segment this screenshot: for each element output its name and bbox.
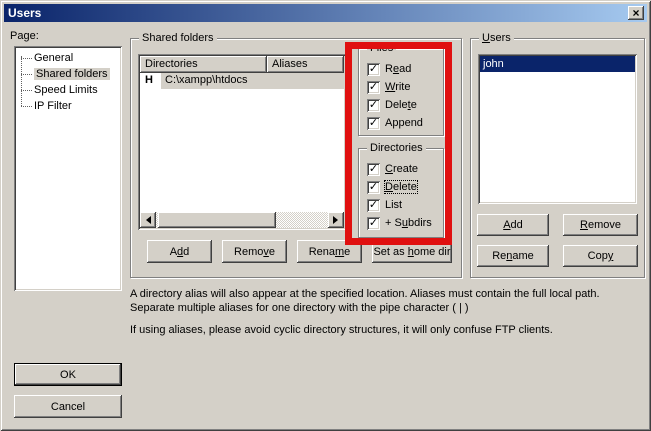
users-group-label: Users	[479, 32, 514, 44]
table-row[interactable]: H C:\xampp\htdocs	[140, 73, 344, 89]
set-as-home-dir-button[interactable]: Set as home dir	[372, 240, 452, 263]
checkbox-write[interactable]: ✓ Write	[367, 78, 423, 96]
sidebar-item-general[interactable]: General	[14, 50, 122, 66]
sidebar-item-label: Speed Limits	[34, 84, 98, 96]
list-header: Directories Aliases	[140, 56, 344, 73]
checkbox-checked-icon[interactable]: ✓	[367, 181, 380, 194]
home-dir-flag: H	[145, 73, 153, 88]
window-title: Users	[4, 6, 41, 20]
button-label: Remove	[234, 246, 275, 258]
checkbox-label: Write	[385, 81, 410, 93]
alias-info-paragraph: A directory alias will also appear at th…	[130, 287, 644, 315]
checkbox-checked-icon[interactable]: ✓	[367, 99, 380, 112]
sidebar-item-label: General	[34, 52, 73, 64]
check-icon: ✓	[369, 118, 378, 129]
button-label: Cancel	[51, 401, 85, 413]
cyclic-warning-paragraph: If using aliases, please avoid cyclic di…	[130, 323, 644, 337]
column-header-aliases[interactable]: Aliases	[267, 56, 344, 73]
checkbox-label: + Subdirs	[385, 217, 432, 229]
button-label: Remove	[580, 219, 621, 231]
rename-user-button[interactable]: Rename	[477, 245, 549, 267]
remove-folder-button[interactable]: Remove	[222, 240, 287, 263]
ok-button[interactable]: OK	[14, 363, 122, 386]
button-label: Add	[503, 219, 523, 231]
checkbox-label: List	[385, 199, 402, 211]
checkbox-create[interactable]: ✓ Create	[367, 160, 432, 178]
check-icon: ✓	[369, 200, 378, 211]
directory-cell: C:\xampp\htdocs	[161, 73, 344, 89]
scrollbar-thumb[interactable]	[158, 212, 276, 228]
page-label: Page:	[10, 30, 39, 42]
checkbox-append[interactable]: ✓ Append	[367, 114, 423, 132]
users-dialog: Users × Page: General Shared folders Spe…	[0, 0, 651, 431]
check-icon: ✓	[369, 182, 378, 193]
remove-user-button[interactable]: Remove	[563, 214, 638, 236]
checkbox-delete-files[interactable]: ✓ Delete	[367, 96, 423, 114]
checkbox-label: Append	[385, 117, 423, 129]
checkbox-list[interactable]: ✓ List	[367, 196, 432, 214]
button-label: Rename	[492, 250, 534, 262]
close-icon: ×	[632, 7, 639, 19]
check-icon: ✓	[369, 218, 378, 229]
close-button[interactable]: ×	[628, 6, 644, 20]
add-folder-button[interactable]: Add	[147, 240, 212, 263]
check-icon: ✓	[369, 164, 378, 175]
check-icon: ✓	[369, 100, 378, 111]
button-label: Copy	[588, 250, 614, 262]
rename-folder-button[interactable]: Rename	[297, 240, 362, 263]
list-item-user[interactable]: john	[480, 56, 635, 72]
checkbox-label: Create	[385, 163, 418, 175]
checkbox-checked-icon[interactable]: ✓	[367, 63, 380, 76]
scroll-right-button[interactable]	[328, 212, 344, 228]
checkbox-checked-icon[interactable]: ✓	[367, 199, 380, 212]
page-list[interactable]: General Shared folders Speed Limits IP F…	[14, 46, 122, 291]
checkbox-checked-icon[interactable]: ✓	[367, 81, 380, 94]
button-label: OK	[60, 369, 76, 381]
button-label: Set as home dir	[373, 246, 450, 258]
sidebar-item-speed-limits[interactable]: Speed Limits	[14, 82, 122, 98]
checkbox-read[interactable]: ✓ Read	[367, 60, 423, 78]
directories-group-label: Directories	[367, 142, 426, 154]
add-user-button[interactable]: Add	[477, 214, 549, 236]
files-group: Files ✓ Read ✓ Write ✓ Delete ✓ Append	[358, 48, 444, 136]
checkbox-label: Delete	[385, 181, 417, 193]
files-group-label: Files	[367, 42, 396, 54]
checkbox-label: Delete	[385, 99, 417, 111]
checkbox-label: Read	[385, 63, 411, 75]
horizontal-scrollbar[interactable]	[140, 212, 344, 228]
cancel-button[interactable]: Cancel	[14, 395, 122, 418]
checkbox-subdirs[interactable]: ✓ + Subdirs	[367, 214, 432, 232]
info-text: A directory alias will also appear at th…	[130, 287, 644, 345]
shared-folders-list[interactable]: Directories Aliases H C:\xampp\htdocs	[138, 54, 346, 230]
check-icon: ✓	[369, 64, 378, 75]
sidebar-item-shared-folders[interactable]: Shared folders	[14, 66, 122, 82]
directories-group: Directories ✓ Create ✓ Delete ✓ List ✓ +…	[358, 148, 444, 238]
sidebar-item-label: Shared folders	[34, 68, 110, 80]
check-icon: ✓	[369, 82, 378, 93]
users-list[interactable]: john	[478, 54, 637, 204]
checkbox-checked-icon[interactable]: ✓	[367, 163, 380, 176]
titlebar: Users ×	[4, 4, 647, 22]
sidebar-item-label: IP Filter	[34, 100, 72, 112]
scroll-left-button[interactable]	[140, 212, 156, 228]
checkbox-checked-icon[interactable]: ✓	[367, 117, 380, 130]
shared-folders-group-label: Shared folders	[139, 32, 217, 44]
button-label: Add	[170, 246, 190, 258]
user-name: john	[483, 58, 504, 70]
button-label: Rename	[309, 246, 351, 258]
checkbox-checked-icon[interactable]: ✓	[367, 217, 380, 230]
checkbox-delete-directories[interactable]: ✓ Delete	[367, 178, 432, 196]
left-arrow-icon	[142, 216, 151, 224]
right-arrow-icon	[333, 216, 342, 224]
sidebar-item-ip-filter[interactable]: IP Filter	[14, 98, 122, 114]
column-header-directories[interactable]: Directories	[140, 56, 267, 73]
copy-user-button[interactable]: Copy	[563, 245, 638, 267]
